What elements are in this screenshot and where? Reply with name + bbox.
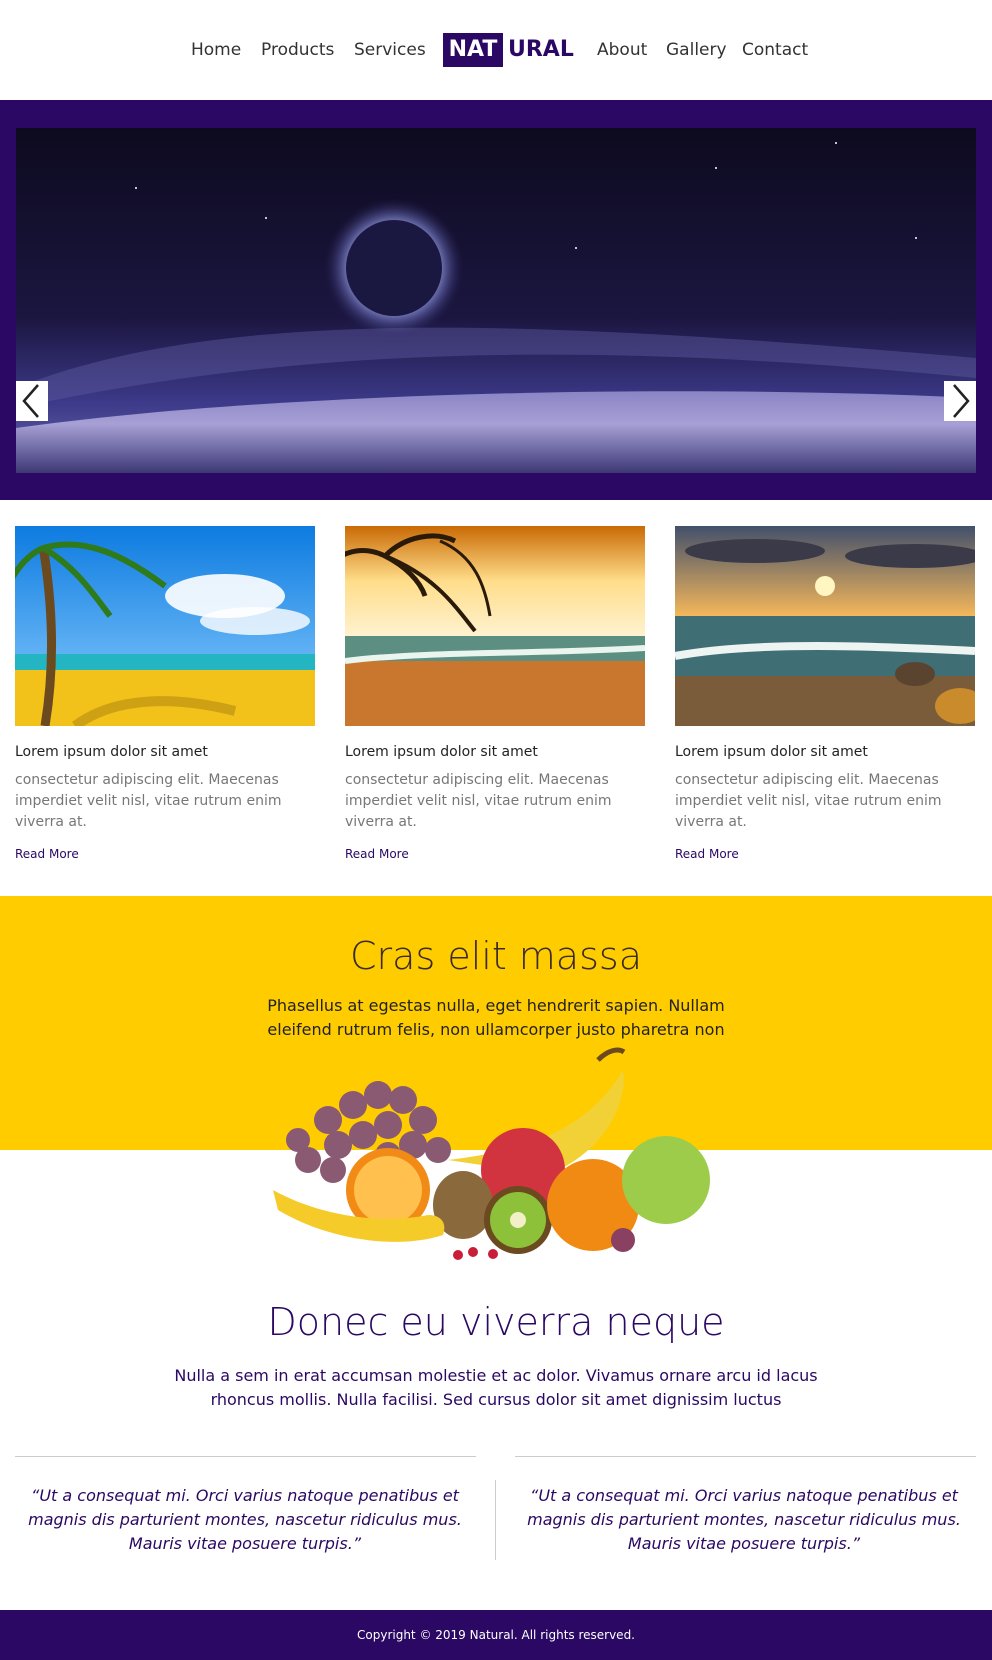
fruit-image xyxy=(268,1040,728,1265)
feature-card: Lorem ipsum dolor sit amet consectetur a… xyxy=(675,526,975,861)
section-title: Donec eu viverra neque xyxy=(267,1300,725,1344)
chevron-left-icon xyxy=(22,384,39,418)
feature-card: Lorem ipsum dolor sit amet consectetur a… xyxy=(345,526,645,861)
read-more-link[interactable]: Read More xyxy=(345,847,645,861)
nav-home[interactable]: Home xyxy=(191,40,241,60)
read-more-link[interactable]: Read More xyxy=(15,847,315,861)
site-footer: Copyright © 2019 Natural. All rights res… xyxy=(0,1610,992,1660)
logo-part-1: NAT xyxy=(443,33,503,67)
copyright-text: Copyright © 2019 Natural. All rights res… xyxy=(357,1628,635,1642)
nav-about[interactable]: About xyxy=(597,40,647,60)
card-image-sunset-palms xyxy=(345,526,645,726)
promo-text: Phasellus at egestas nulla, eget hendrer… xyxy=(267,996,725,1039)
hero-slider xyxy=(0,100,992,500)
read-more-link[interactable]: Read More xyxy=(675,847,975,861)
card-description: consectetur adipiscing elit. Maecenas im… xyxy=(345,772,612,830)
card-title: Lorem ipsum dolor sit amet xyxy=(345,744,538,760)
card-image-rocky-shore xyxy=(675,526,975,726)
divider-line xyxy=(15,1456,476,1457)
nav-services[interactable]: Services xyxy=(354,40,426,60)
card-image-beach-palm xyxy=(15,526,315,726)
nav-gallery[interactable]: Gallery xyxy=(666,40,727,60)
slider-prev-button[interactable] xyxy=(16,381,48,421)
hero-image xyxy=(16,128,976,473)
divider-line xyxy=(515,1456,976,1457)
testimonial-quote: “Ut a consequat mi. Orci varius natoque … xyxy=(28,1486,462,1553)
promo-title: Cras elit massa xyxy=(350,934,642,978)
card-description: consectetur adipiscing elit. Maecenas im… xyxy=(675,772,942,830)
card-title: Lorem ipsum dolor sit amet xyxy=(675,744,868,760)
vertical-divider xyxy=(495,1480,496,1560)
section-text: Nulla a sem in erat accumsan molestie et… xyxy=(174,1366,818,1409)
feature-card: Lorem ipsum dolor sit amet consectetur a… xyxy=(15,526,315,861)
testimonial-quote: “Ut a consequat mi. Orci varius natoque … xyxy=(527,1486,961,1553)
nav-contact[interactable]: Contact xyxy=(742,40,808,60)
logo-part-2: URAL xyxy=(508,37,574,62)
site-header: Home Products Services About Gallery Con… xyxy=(0,0,992,100)
chevron-right-icon xyxy=(953,384,970,418)
slider-next-button[interactable] xyxy=(944,381,976,421)
card-title: Lorem ipsum dolor sit amet xyxy=(15,744,208,760)
nav-products[interactable]: Products xyxy=(261,40,334,60)
card-description: consectetur adipiscing elit. Maecenas im… xyxy=(15,772,282,830)
